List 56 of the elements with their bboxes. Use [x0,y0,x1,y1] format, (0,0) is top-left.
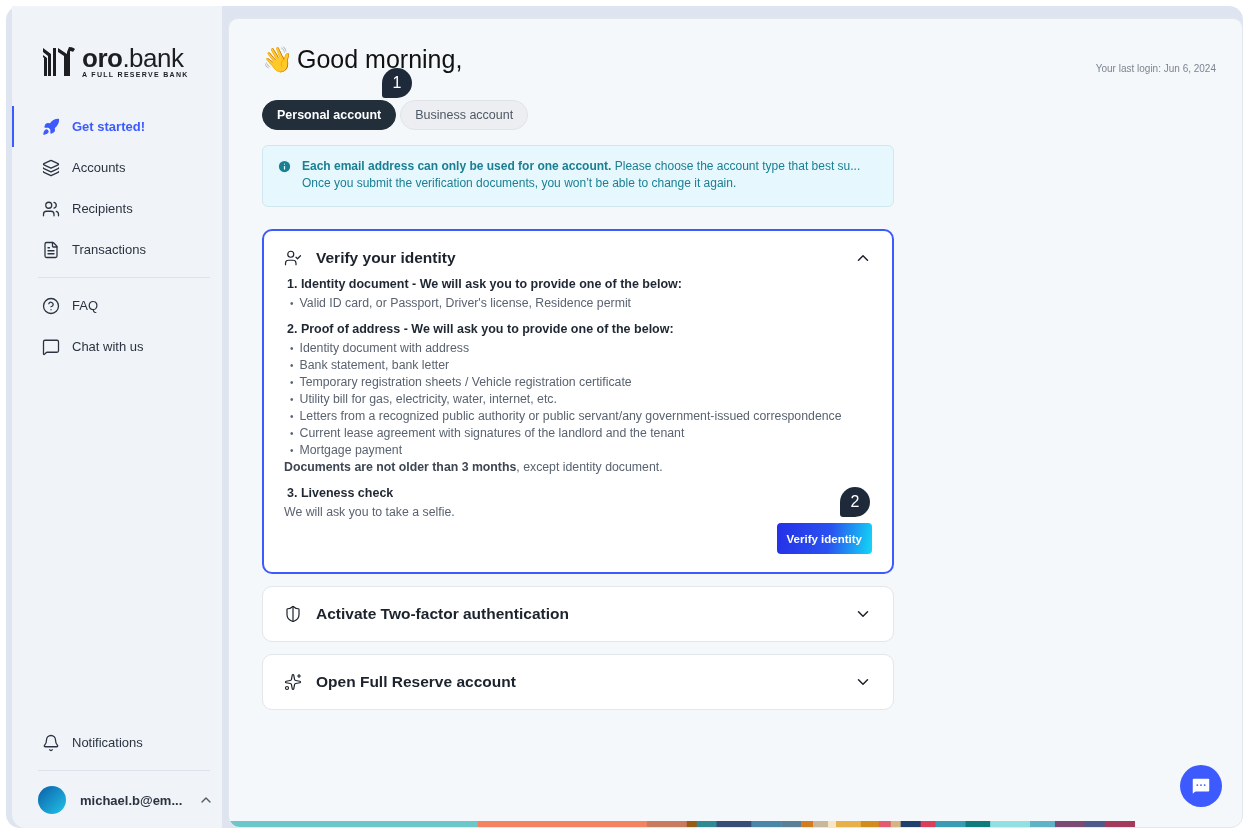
section-note: Documents are not older than 3 months, except identity document. [284,459,664,476]
requirement-item: Utility bill for gas, electricity, water, internet, etc. [299,391,557,408]
chat-button[interactable] [1180,765,1222,807]
section-heading: 1. Identity document - We will ask you to provide one of the below: [286,277,683,291]
nav-item[interactable]: Transactions [12,229,222,270]
step-number-badge: 2 [840,487,870,517]
verify-identity-button[interactable]: Verify identity [776,523,872,554]
requirement-item: Identity document with address [299,340,470,357]
requirement-item: Bank statement, bank letter [299,357,450,374]
bullet-mark: • [290,410,294,424]
account-tab[interactable]: Personal account [262,100,397,130]
step-title: Activate Two-factor authentication [316,605,570,623]
bullet-mark: • [290,393,294,407]
info-icon [277,159,292,174]
nav-item[interactable]: FAQ [12,285,222,326]
requirement-item: Temporary registration sheets / Vehicle registration certificate [299,374,632,391]
nav-item[interactable]: Recipients [12,188,222,229]
requirement-item: Letters from a recognized public authority or public servant/any government-issued correspondence [299,408,842,425]
section-heading: 2. Proof of address - We will ask you to provide one of the below: [286,322,675,336]
requirement-item: Current lease agreement with signatures of the landlord and the tenant [299,425,685,442]
chat-icon [1190,775,1212,797]
user-check-icon [284,249,302,267]
notifications-item[interactable]: Notifications [12,722,222,763]
bullet-mark: • [290,359,294,373]
rocket-icon [42,117,60,136]
shield-icon [284,605,302,623]
chat-icon [42,337,60,356]
step-number-badge: 1 [382,68,412,98]
bullet-mark: • [290,342,294,356]
sparkles-icon [284,673,302,691]
logo-icon [42,44,76,78]
layers-icon [42,158,60,177]
notice-text: Once you submit the verification documents, you won’t be able to change it again. [302,175,738,192]
nav-item[interactable]: Accounts [12,147,222,188]
brand-name: oro.bank [82,44,184,71]
help-icon [42,296,60,315]
section-heading: 3. Liveness check [286,486,395,500]
user-email[interactable]: michael.b@em... [80,792,184,808]
nav-item[interactable]: Chat with us [12,326,222,367]
requirement-item: Mortgage payment [299,442,403,459]
step-title: Verify your identity [316,249,457,267]
bullet-mark: • [290,427,294,441]
notice-text: Each email address can only be used for one account. Please choose the account type that best su... [302,158,861,175]
bullet-mark: • [290,444,294,458]
nav-item[interactable]: Get started! [12,106,222,147]
last-login: Your last login: Jun 6, 2024 [1095,63,1216,74]
bullet-mark: • [290,376,294,390]
avatar[interactable] [38,786,66,814]
section-note: We will ask you to take a selfie. [284,504,456,521]
account-tab[interactable]: Business account [400,100,529,130]
users-icon [42,199,60,218]
bell-icon [42,733,60,752]
requirement-item: Valid ID card, or Passport, Driver's license, Residence permit [299,295,632,312]
bullet-mark: • [290,297,294,311]
step-title: Open Full Reserve account [316,673,517,691]
document-icon [42,240,60,259]
